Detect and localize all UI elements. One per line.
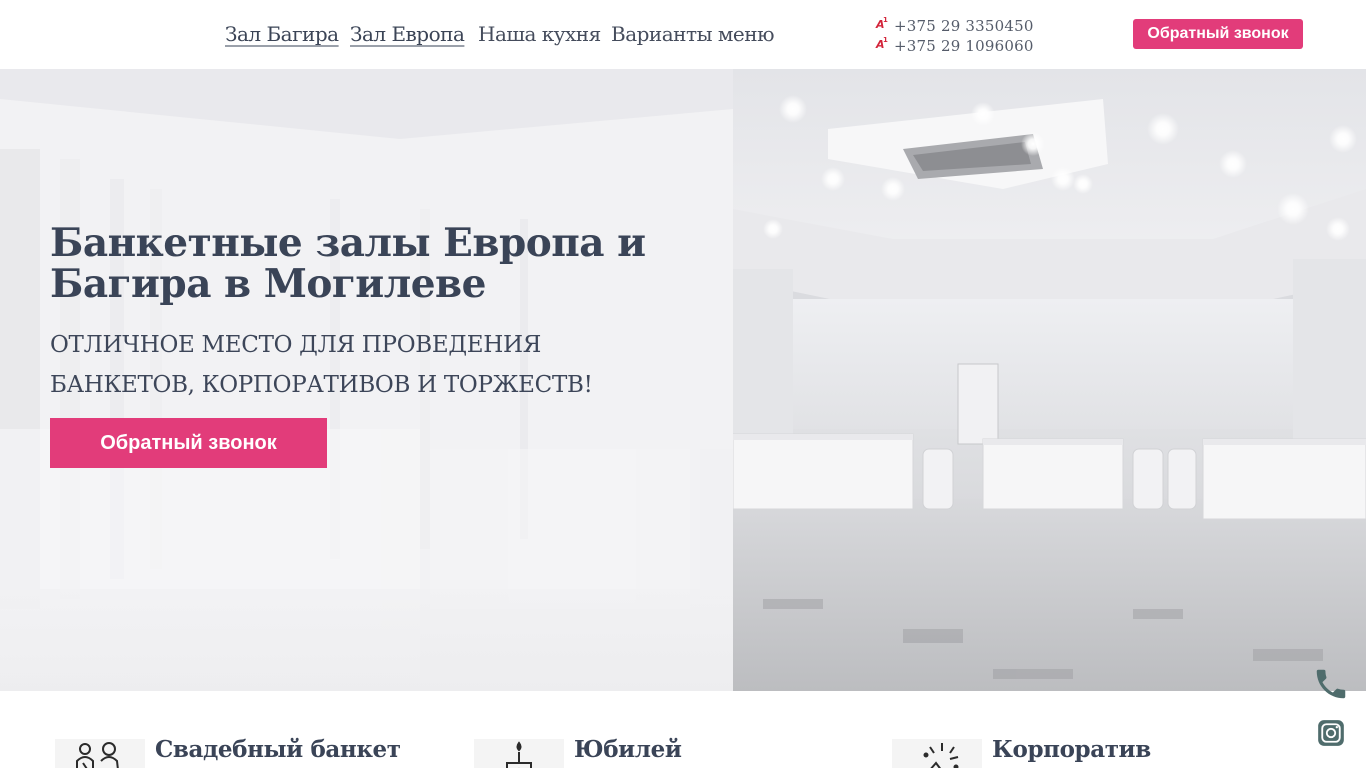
card-thumb <box>474 739 564 768</box>
phone-row: A1 +375 29 1096060 <box>876 36 1034 56</box>
header-callback-button[interactable]: Обратный звонок <box>1133 19 1303 49</box>
hero-callback-button[interactable]: Обратный звонок <box>50 418 327 468</box>
birthday-cake-icon <box>506 741 532 768</box>
nav-item-menu-options[interactable]: Варианты меню <box>611 22 774 46</box>
celebration-icon <box>923 743 959 768</box>
card-thumb <box>55 739 145 768</box>
card-title: Юбилей <box>574 736 682 763</box>
hall-photo <box>733 69 1366 691</box>
site-header: Зал Багира Зал Европа Наша кухня Вариант… <box>0 0 1366 69</box>
phone-icon <box>1316 669 1346 699</box>
hero-left-background: Банкетные залы Европа и Багира в Могилев… <box>0 69 733 691</box>
phone-list: A1 +375 29 3350450 A1 +375 29 1096060 <box>876 16 1034 56</box>
card-thumb <box>892 739 982 768</box>
nav-item-kitchen[interactable]: Наша кухня <box>478 22 601 46</box>
card-title: Свадебный банкет <box>155 736 401 763</box>
wedding-couple-icon <box>76 742 119 768</box>
floating-instagram-button[interactable] <box>1317 719 1345 747</box>
a1-operator-icon: A1 <box>876 36 888 51</box>
floating-phone-button[interactable] <box>1312 665 1350 703</box>
banquet-hall-image <box>733 69 1366 691</box>
instagram-icon <box>1318 720 1344 746</box>
nav-item-bagira[interactable]: Зал Багира <box>225 22 339 46</box>
card-title: Корпоратив <box>992 736 1151 763</box>
phone-number-2[interactable]: +375 29 1096060 <box>894 37 1034 55</box>
phone-number-1[interactable]: +375 29 3350450 <box>894 17 1034 35</box>
phone-row: A1 +375 29 3350450 <box>876 16 1034 36</box>
hero-title: Банкетные залы Европа и Багира в Могилев… <box>50 220 646 307</box>
nav-item-europa[interactable]: Зал Европа <box>350 22 465 46</box>
a1-operator-icon: A1 <box>876 16 888 31</box>
hero-section: Банкетные залы Европа и Багира в Могилев… <box>0 69 1366 691</box>
hero-subtitle: ОТЛИЧНОЕ МЕСТО ДЛЯ ПРОВЕДЕНИЯ БАНКЕТОВ, … <box>50 332 593 398</box>
